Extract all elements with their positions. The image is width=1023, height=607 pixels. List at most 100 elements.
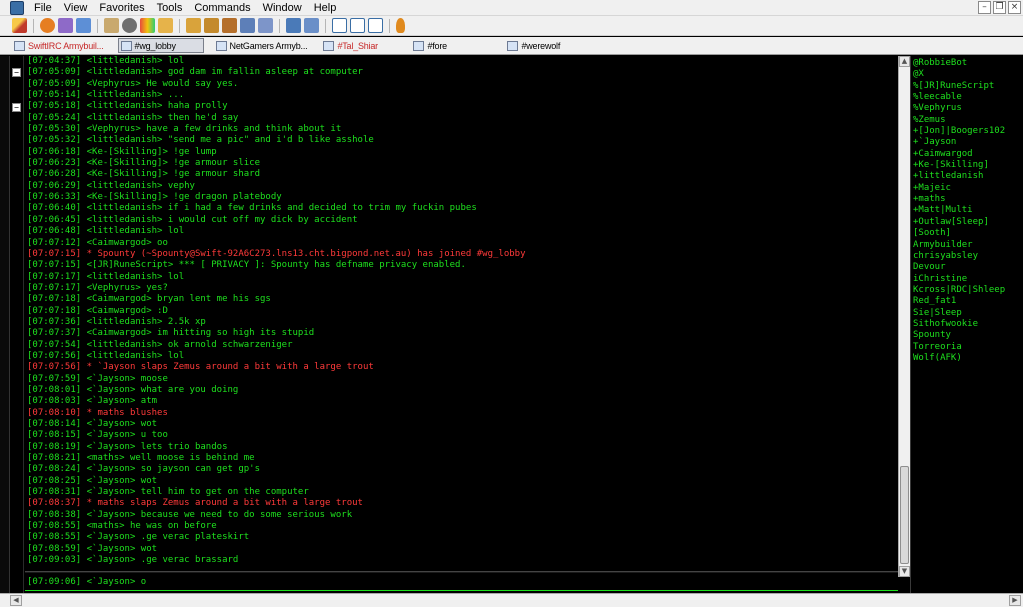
scroll-up-icon[interactable]: ▲ [899, 56, 910, 67]
nick-list-item[interactable]: iChristine [911, 274, 1023, 285]
nick-list-item[interactable]: %Zemus [911, 115, 1023, 126]
message-input[interactable] [25, 575, 898, 589]
chat-message-line: [07:08:31] <`Jayson> tell him to get on … [27, 487, 309, 498]
nick-list-item[interactable]: [Sooth] [911, 228, 1023, 239]
nick-list-item[interactable]: +`Jayson [911, 137, 1023, 148]
menu-favorites[interactable]: Favorites [93, 0, 150, 16]
nick-list-item[interactable]: @X [911, 69, 1023, 80]
chat-message-line: [07:06:18] <Ke-[Skilling]> !ge lump [27, 146, 217, 157]
notify-icon[interactable] [258, 18, 273, 33]
nick-list-item[interactable]: Sithofwookie [911, 319, 1023, 330]
collapse-icon[interactable]: − [12, 68, 21, 77]
chat-message-line: [07:08:14] <`Jayson> wot [27, 419, 158, 429]
tab-label: #wg_lobby [134, 40, 176, 51]
server-window-icon [215, 40, 227, 51]
chat-message-line: [07:06:28] <Ke-[Skilling]> !ge armour sh… [27, 169, 260, 180]
tab-label: #Tal_Shiar [337, 40, 378, 51]
colors-icon[interactable] [140, 18, 155, 33]
chat-message-line: [07:07:54] <littledanish> ok arnold schw… [27, 339, 293, 350]
options-icon[interactable] [40, 18, 55, 33]
chat-scrollbar[interactable]: ▲ ▼ [898, 56, 910, 577]
chat-message-line: [07:08:55] <`Jayson> .ge verac plateskir… [27, 532, 250, 543]
scroll-down-icon[interactable]: ▼ [899, 566, 910, 577]
nick-list-item[interactable]: +Caimwargod [911, 149, 1023, 160]
chat-message-line: [07:07:59] <`Jayson> moose [27, 373, 168, 384]
help-icon[interactable] [396, 18, 405, 33]
nick-list-item[interactable]: Spounty [911, 330, 1023, 341]
chat-message-line: [07:05:30] <Vephyrus> have a few drinks … [27, 124, 342, 135]
nick-list-item[interactable]: @RobbieBot [911, 58, 1023, 69]
menu-bar: File View Favorites Tools Commands Windo… [0, 0, 1023, 16]
remote-icon[interactable] [204, 18, 219, 33]
minimize-icon[interactable]: – [978, 1, 991, 14]
bottom-scrollbar[interactable]: ◀ ▶ [0, 593, 1023, 607]
address-book-icon[interactable] [104, 18, 119, 33]
menu-commands[interactable]: Commands [188, 0, 256, 16]
nick-list-item[interactable]: +Majeic [911, 183, 1023, 194]
chat-message-line: [07:05:24] <littledanish> then he'd say [27, 112, 239, 123]
menu-file[interactable]: File [28, 0, 58, 16]
tab-swiftirc-server[interactable]: SwiftIRC Armybuil... [12, 38, 108, 53]
connect-icon[interactable] [12, 18, 27, 33]
chat-message-line: [07:06:48] <littledanish> lol [27, 226, 185, 237]
nick-list-item[interactable]: Armybuilder [911, 240, 1023, 251]
chat-message-line: [07:08:59] <`Jayson> wot [27, 543, 158, 554]
nick-list-item[interactable]: Wolf(AFK) [911, 353, 1023, 364]
chat-message-line: [07:07:18] <Caimwargod> bryan lent me hi… [27, 294, 271, 305]
chat-message-line: [07:08:01] <`Jayson> what are you doing [27, 384, 239, 395]
scroll-left-icon[interactable]: ◀ [10, 595, 22, 606]
cascade-icon[interactable] [368, 18, 383, 33]
dcc-send-icon[interactable] [222, 18, 237, 33]
tab-fore[interactable]: #fore [411, 38, 495, 53]
nick-list-item[interactable]: Sie|Sleep [911, 308, 1023, 319]
scripts-editor-icon[interactable] [186, 18, 201, 33]
favorites-icon[interactable] [76, 18, 91, 33]
nick-list-item[interactable]: %[JR]RuneScript [911, 81, 1023, 92]
tab-tal-shiar[interactable]: #Tal_Shiar [321, 38, 401, 53]
nick-list-item[interactable]: Kcross|RDC|Shleep [911, 285, 1023, 296]
nick-list-item[interactable]: +[Jon]|Boogers102 [911, 126, 1023, 137]
collapse-icon[interactable]: − [12, 103, 21, 112]
nick-list-item[interactable]: +maths [911, 194, 1023, 205]
chat-action-line: [07:08:10] * maths blushes [27, 407, 168, 418]
nick-list-item[interactable]: +Outlaw[Sleep] [911, 217, 1023, 228]
dcc-chat-icon[interactable] [240, 18, 255, 33]
menu-view[interactable]: View [58, 0, 94, 16]
nick-list[interactable]: @RobbieBot @X %[JR]RuneScript %leecable %Vep… [910, 56, 1023, 607]
tab-netgamers-server[interactable]: NetGamers Armyb... [214, 38, 312, 53]
editbox-separator [25, 571, 898, 573]
tab-wg-lobby[interactable]: #wg_lobby [117, 38, 204, 53]
nick-list-item[interactable]: Red_fat1 [911, 296, 1023, 307]
menu-tools[interactable]: Tools [151, 0, 189, 16]
nick-list-item[interactable]: chrisyabsley [911, 251, 1023, 262]
menu-help[interactable]: Help [308, 0, 343, 16]
chat-message-line: [07:05:32] <littledanish> "send me a pic… [27, 135, 374, 146]
nick-list-item[interactable]: +Matt|Multi [911, 205, 1023, 216]
tab-werewolf[interactable]: #werewolf [505, 38, 564, 53]
mirc-app-icon[interactable] [10, 0, 24, 15]
channels-list-icon[interactable] [58, 18, 73, 33]
menu-window[interactable]: Window [257, 0, 308, 16]
chat-message-line: [07:04:37] <littledanish> lol [27, 56, 185, 66]
folder-icon[interactable] [158, 18, 173, 33]
nick-list-item[interactable]: +Ke-[Skilling] [911, 160, 1023, 171]
nick-list-item[interactable]: Devour [911, 262, 1023, 273]
nick-list-item[interactable]: %Vephyrus [911, 103, 1023, 114]
log-viewer-icon[interactable] [286, 18, 301, 33]
scroll-thumb[interactable] [900, 466, 909, 564]
chat-message-line: [07:05:14] <littledanish> ... [27, 90, 185, 101]
close-icon[interactable]: × [1008, 1, 1021, 14]
restore-icon[interactable]: ❐ [993, 1, 1006, 14]
nick-list-item[interactable]: Torreoria [911, 342, 1023, 353]
tile-vertical-icon[interactable] [350, 18, 365, 33]
chat-message-line: [07:07:17] <littledanish> lol [27, 271, 185, 282]
chat-message-line: [07:05:09] <littledanish> god dam im fal… [27, 67, 363, 78]
nick-list-item[interactable]: %leecable [911, 92, 1023, 103]
nick-list-item[interactable]: +littledanish [911, 171, 1023, 182]
chat-message-line: [07:06:23] <Ke-[Skilling]> !ge armour sl… [27, 158, 260, 169]
received-files-icon[interactable] [304, 18, 319, 33]
channel-text-area[interactable]: [07:04:37] <littledanish> lol [07:05:09] … [25, 56, 898, 571]
timer-icon[interactable] [122, 18, 137, 33]
scroll-right-icon[interactable]: ▶ [1009, 595, 1021, 606]
tile-horizontal-icon[interactable] [332, 18, 347, 33]
